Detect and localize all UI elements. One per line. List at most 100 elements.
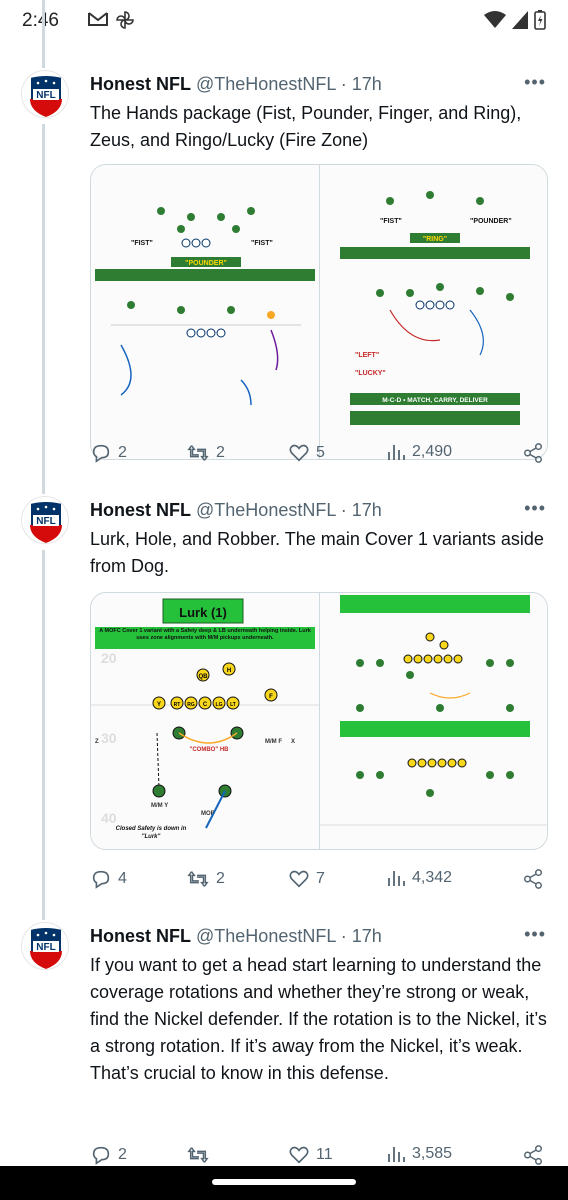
author-handle[interactable]: @TheHonestNFL [196,926,336,946]
avatar[interactable]: NFL [21,70,69,118]
lurk-title: Lurk (1) [179,605,227,620]
tweet[interactable]: NFL Honest NFL @TheHonestNFL · 17h ••• I… [0,920,568,1180]
views-button[interactable]: 3,585 [386,1144,452,1164]
hands-package-diagram: "POUNDER" "FIST" "FIST" [91,165,319,459]
views-icon [388,871,405,886]
share-button[interactable] [522,1144,544,1166]
like-button[interactable]: 11 [288,1144,333,1166]
battery-icon [534,10,546,35]
reply-count: 2 [118,1146,127,1163]
reply-count: 2 [118,444,127,461]
diagram-label-pounder-2: "POUNDER" [470,218,512,225]
retweet-button[interactable]: 2 [186,868,225,890]
tweet-time[interactable]: 17h [352,500,382,520]
diagram-label-lucky: "LUCKY" [355,370,386,377]
share-button[interactable] [522,868,544,890]
like-count: 11 [316,1146,333,1163]
tweet[interactable]: NFL Honest NFL @TheHonestNFL · 17h ••• T… [0,68,568,488]
svg-text:NFL: NFL [36,942,55,953]
home-handle[interactable] [212,1179,356,1185]
author-name[interactable]: Honest NFL [90,500,191,520]
player-y: Y [157,702,161,708]
author-handle[interactable]: @TheHonestNFL [196,500,336,520]
yard-label-20: 20 [101,650,117,666]
avatar[interactable]: NFL [21,496,69,544]
more-icon[interactable]: ••• [524,924,546,945]
diagram-label-fist-1: "FIST" [131,240,153,247]
reply-button[interactable]: 4 [90,868,127,890]
signal-icon [512,11,528,34]
reply-icon [92,870,110,889]
mm-y-label: M/M Y [151,803,168,809]
player-z: Z [95,739,99,745]
nfl-shield-icon: NFL [29,500,63,543]
gmail-icon [88,11,108,34]
views-button[interactable]: 4,342 [386,868,452,888]
mof-label: MOF [201,811,215,817]
media-image-left[interactable]: "POUNDER" "FIST" "FIST" [91,165,320,459]
tweet-time[interactable]: 17h [352,74,382,94]
retweet-icon [187,445,209,461]
like-count: 7 [316,870,325,887]
yard-label-30: 30 [101,730,117,746]
diagram-label-fist-2: "FIST" [251,240,273,247]
views-button[interactable]: 2,490 [386,442,452,462]
media-image-right[interactable]: "FIST" "POUNDER" "RING" "LEFT" "LUCKY" M… [319,165,547,459]
player-qb: QB [199,674,209,680]
views-count: 3,585 [412,1145,453,1162]
nfl-shield-icon: NFL [29,926,63,969]
more-icon[interactable]: ••• [524,72,546,93]
diagram-label-ring: "RING" [422,236,446,243]
like-button[interactable]: 7 [288,868,325,890]
heart-icon [289,870,309,888]
tweet-media[interactable]: "POUNDER" "FIST" "FIST" "FIST" "POUNDER" [90,164,548,460]
svg-text:NFL: NFL [36,516,55,527]
avatar[interactable]: NFL [21,922,69,970]
author-name[interactable]: Honest NFL [90,926,191,946]
like-count: 5 [316,444,325,461]
reply-button[interactable]: 2 [90,442,127,464]
player-lt: LT [230,702,236,708]
reply-button[interactable]: 2 [90,1144,127,1166]
tweet-text: Lurk, Hole, and Robber. The main Cover 1… [90,529,544,576]
status-bar: 2:46 [0,0,568,42]
share-icon [524,1145,542,1165]
author-handle[interactable]: @TheHonestNFL [196,74,336,94]
reply-count: 4 [118,870,127,887]
combo-label: "COMBO" HB [189,747,229,753]
lurk-diagram: Lurk (1) A MOFC Cover 1 variant with a S… [91,593,319,849]
more-icon[interactable]: ••• [524,498,546,519]
player-x: X [291,739,295,745]
tweet-header: Honest NFL @TheHonestNFL · 17h [90,926,382,947]
share-button[interactable] [522,442,544,464]
closed-safety-note: Closed Safety is down in "Lurk" [115,826,187,840]
views-icon [388,445,405,460]
tweet[interactable]: NFL Honest NFL @TheHonestNFL · 17h ••• L… [0,494,568,914]
svg-text:NFL: NFL [36,90,55,101]
media-image-right[interactable] [319,593,547,849]
tweet-time[interactable]: 17h [352,926,382,946]
tweet-actions: 4 2 7 4,342 [90,868,550,894]
player-c: C [203,702,208,708]
player-h: H [227,668,231,674]
media-image-left[interactable]: Lurk (1) A MOFC Cover 1 variant with a S… [91,593,320,849]
share-icon [524,869,542,889]
tweet-actions: 2 2 5 2,490 [90,442,550,468]
retweet-icon [187,871,209,887]
tweet-header: Honest NFL @TheHonestNFL · 17h [90,74,382,95]
reply-icon [92,444,110,463]
player-rg: RG [187,702,195,708]
retweet-button[interactable]: 2 [186,442,225,464]
tweet-media[interactable]: Lurk (1) A MOFC Cover 1 variant with a S… [90,592,548,850]
retweet-button[interactable] [186,1144,216,1166]
system-nav-bar [0,1166,568,1200]
nfl-shield-icon: NFL [29,74,63,117]
player-rt: RT [174,702,181,708]
player-lg: LG [216,702,223,708]
like-button[interactable]: 5 [288,442,325,464]
pinwheel-icon [116,11,134,34]
diagram-label-pounder: "POUNDER" [185,260,227,267]
player-f: F [269,694,273,700]
author-name[interactable]: Honest NFL [90,74,191,94]
heart-icon [289,444,309,462]
